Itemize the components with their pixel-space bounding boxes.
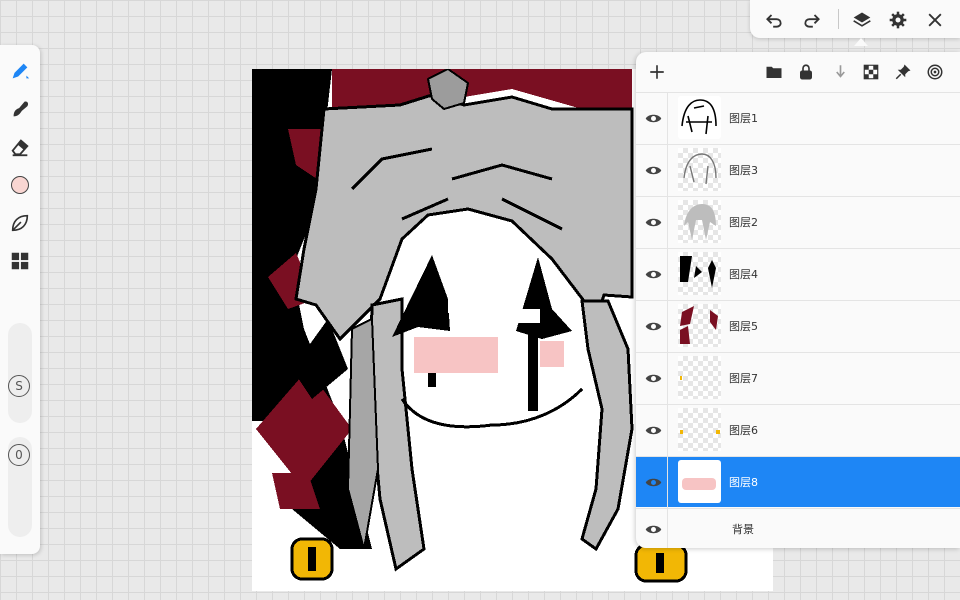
bell-right	[634, 543, 688, 583]
layer-thumbnail	[678, 408, 721, 451]
leaf-icon[interactable]	[8, 211, 32, 235]
blush-left	[414, 337, 498, 373]
layer-row[interactable]: 图层4	[636, 248, 960, 300]
brush-icon[interactable]	[8, 59, 32, 83]
layer-thumbnail	[678, 96, 721, 139]
undo-icon[interactable]	[762, 8, 786, 32]
smudge-icon[interactable]	[8, 97, 32, 121]
eye-icon[interactable]	[642, 419, 664, 441]
color-swatch[interactable]	[8, 173, 32, 197]
layer-row[interactable]: 图层1	[636, 92, 960, 144]
layer-row[interactable]: 图层6	[636, 404, 960, 456]
layer-name: 图层1	[729, 112, 758, 125]
layer-name: 图层8	[729, 476, 758, 489]
grid-icon[interactable]	[8, 249, 32, 273]
eye-icon[interactable]	[642, 518, 664, 540]
hair-lock-right	[580, 299, 634, 552]
eye-icon[interactable]	[642, 263, 664, 285]
eye-icon[interactable]	[642, 471, 664, 493]
checker-icon[interactable]	[861, 62, 881, 82]
layers-panel: 图层1 图层3 图层2 图层4 图层5 图层7 图层6 图层8 背景	[636, 52, 960, 548]
layer-name: 图层4	[729, 268, 758, 281]
brush-size-knob[interactable]: S	[8, 375, 30, 397]
layer-thumbnail	[678, 304, 721, 347]
redo-icon[interactable]	[800, 8, 824, 32]
target-icon[interactable]	[925, 62, 945, 82]
layer-row[interactable]: 图层3	[636, 144, 960, 196]
layer-row[interactable]: 图层7	[636, 352, 960, 404]
opacity-knob[interactable]: 0	[8, 444, 30, 466]
folder-icon[interactable]	[764, 62, 784, 82]
eye-icon[interactable]	[642, 159, 664, 181]
toolbar-divider	[838, 9, 839, 29]
eye-icon[interactable]	[642, 315, 664, 337]
pin-icon[interactable]	[893, 62, 913, 82]
brush-size-slider[interactable]	[8, 323, 32, 423]
layer-name: 图层5	[729, 320, 758, 333]
layer-thumbnail	[678, 252, 721, 295]
eye-icon[interactable]	[642, 367, 664, 389]
bell-left	[290, 537, 334, 581]
eye-mark-left	[392, 255, 450, 337]
eye-left	[448, 299, 472, 313]
blush-right	[540, 341, 564, 367]
lock-icon[interactable]	[796, 62, 816, 82]
left-toolbar: S 0	[0, 45, 40, 554]
layer-name: 图层3	[729, 164, 758, 177]
layer-thumbnail	[678, 356, 721, 399]
eye-icon[interactable]	[642, 211, 664, 233]
layer-thumbnail	[678, 148, 721, 191]
layer-name: 图层6	[729, 424, 758, 437]
tear-line	[528, 331, 538, 411]
layer-name: 图层2	[729, 216, 758, 229]
settings-icon[interactable]	[886, 8, 910, 32]
face-chin	[400, 387, 584, 429]
layer-row[interactable]: 图层2	[636, 196, 960, 248]
layer-thumbnail	[678, 200, 721, 243]
tear-drop	[428, 373, 436, 387]
current-color	[11, 176, 29, 194]
layers-panel-header	[636, 52, 960, 92]
eye-right	[512, 309, 540, 323]
popover-caret	[854, 38, 868, 46]
layer-row-selected[interactable]: 图层8	[636, 456, 960, 508]
eraser-icon[interactable]	[8, 135, 32, 159]
layer-name: 图层7	[729, 372, 758, 385]
background-layer-name: 背景	[732, 523, 754, 536]
layers-icon[interactable]	[850, 8, 874, 32]
close-icon[interactable]	[923, 8, 947, 32]
layer-row[interactable]: 图层5	[636, 300, 960, 352]
background-layer-row[interactable]: 背景	[636, 508, 960, 548]
merge-down-icon[interactable]	[829, 62, 849, 82]
add-icon[interactable]	[647, 62, 667, 82]
layer-thumbnail	[678, 460, 721, 503]
eye-icon[interactable]	[642, 107, 664, 129]
top-toolbar	[750, 0, 960, 38]
